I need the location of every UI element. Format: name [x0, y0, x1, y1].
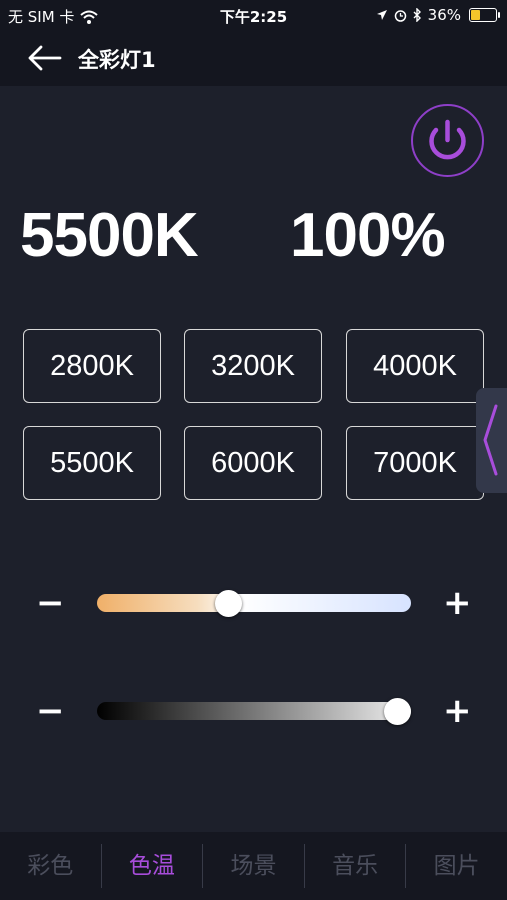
brightness-minus-button[interactable]: −: [36, 694, 65, 728]
preset-5500k-button[interactable]: 5500K: [23, 426, 161, 500]
back-arrow-icon[interactable]: [26, 44, 62, 72]
brightness-slider-thumb[interactable]: [384, 697, 411, 725]
nav-bar: 全彩灯1: [0, 30, 507, 86]
temperature-readout: 5500K: [20, 201, 199, 270]
preset-3200k-button[interactable]: 3200K: [184, 329, 322, 403]
temperature-slider[interactable]: [97, 589, 411, 617]
bluetooth-icon: [413, 8, 421, 22]
page-title: 全彩灯1: [78, 48, 156, 72]
preset-7000k-button[interactable]: 7000K: [346, 426, 484, 500]
tab-color[interactable]: 彩色: [0, 844, 102, 888]
tab-picture[interactable]: 图片: [406, 844, 507, 888]
battery-icon: [469, 8, 500, 22]
tab-color-temperature[interactable]: 色温: [102, 844, 204, 888]
status-bar: 无 SIM 卡 下午2:25 36%: [0, 0, 507, 30]
tab-music[interactable]: 音乐: [305, 844, 407, 888]
battery-percent: 36%: [427, 6, 461, 24]
power-icon: [429, 119, 466, 160]
brightness-plus-button[interactable]: +: [443, 694, 472, 728]
alarm-icon: [394, 9, 406, 22]
brightness-readout: 100%: [290, 201, 446, 270]
temperature-plus-button[interactable]: +: [443, 586, 472, 620]
side-drawer-handle[interactable]: [476, 388, 507, 493]
battery-level: [471, 10, 480, 20]
bottom-tab-bar: 彩色 色温 场景 音乐 图片: [0, 832, 507, 900]
brightness-slider[interactable]: [97, 697, 411, 725]
preset-6000k-button[interactable]: 6000K: [184, 426, 322, 500]
temperature-slider-thumb[interactable]: [215, 589, 242, 617]
chevron-left-icon: [483, 404, 498, 476]
preset-2800k-button[interactable]: 2800K: [23, 329, 161, 403]
power-button[interactable]: [411, 104, 484, 177]
temperature-minus-button[interactable]: −: [36, 586, 65, 620]
tab-scene[interactable]: 场景: [203, 844, 305, 888]
preset-4000k-button[interactable]: 4000K: [346, 329, 484, 403]
location-icon: [376, 10, 387, 20]
